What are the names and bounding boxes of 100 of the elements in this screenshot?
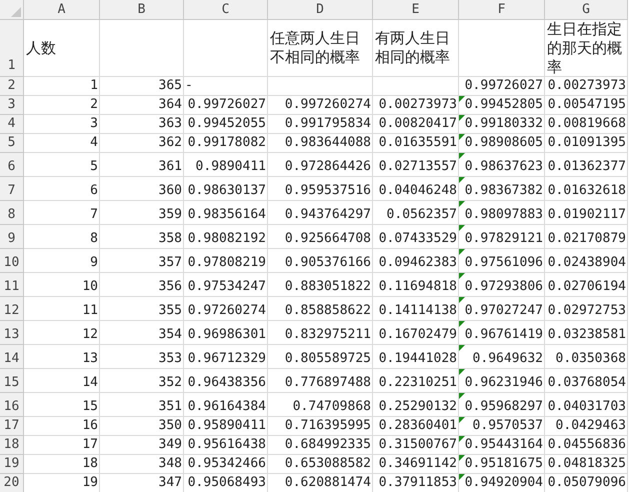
table-cell: 0.832975211 bbox=[268, 321, 373, 345]
error-indicator-icon bbox=[459, 225, 465, 231]
table-cell: 352 bbox=[100, 369, 184, 393]
table-cell: 0.98082192 bbox=[184, 225, 268, 249]
table-cell: 0.00819668 bbox=[545, 115, 628, 134]
error-indicator-icon bbox=[459, 417, 465, 423]
table-cell: 0.14114138 bbox=[373, 297, 459, 321]
table-cell: 0.98097883 bbox=[459, 201, 545, 225]
table-cell: 0.0429463 bbox=[545, 417, 628, 436]
error-indicator-icon bbox=[459, 297, 465, 303]
table-cell: 0.9649632 bbox=[459, 345, 545, 369]
error-indicator-icon bbox=[459, 177, 465, 183]
table-cell: 0.95968297 bbox=[459, 393, 545, 417]
column-header[interactable]: B bbox=[100, 0, 184, 20]
table-cell: 0.653088582 bbox=[268, 455, 373, 474]
table-cell: 355 bbox=[100, 297, 184, 321]
table-cell: 0.99452055 bbox=[184, 115, 268, 134]
table-cell: 0.972864426 bbox=[268, 153, 373, 177]
table-cell: 14 bbox=[24, 369, 100, 393]
table-cell: 359 bbox=[100, 201, 184, 225]
column-header[interactable]: G bbox=[545, 0, 628, 20]
row-header[interactable]: 7 bbox=[0, 177, 24, 201]
table-cell: 0.25290132 bbox=[373, 393, 459, 417]
table-cell: 0.98356164 bbox=[184, 201, 268, 225]
column-header[interactable]: F bbox=[459, 0, 545, 20]
table-cell: 0.97829121 bbox=[459, 225, 545, 249]
table-cell: 12 bbox=[24, 321, 100, 345]
table-cell: 363 bbox=[100, 115, 184, 134]
table-cell: 0.04818325 bbox=[545, 455, 628, 474]
table-cell: 0.95616438 bbox=[184, 436, 268, 455]
row-header[interactable]: 11 bbox=[0, 273, 24, 297]
table-cell: 7 bbox=[24, 201, 100, 225]
row-header[interactable]: 20 bbox=[0, 474, 24, 492]
row-header[interactable]: 2 bbox=[0, 77, 24, 96]
row-header[interactable]: 15 bbox=[0, 369, 24, 393]
table-cell: 348 bbox=[100, 455, 184, 474]
column-header[interactable]: C bbox=[184, 0, 268, 20]
error-indicator-icon bbox=[459, 455, 465, 461]
table-cell: 0.9890411 bbox=[184, 153, 268, 177]
table-cell: 0.31500767 bbox=[373, 436, 459, 455]
table-cell: 358 bbox=[100, 225, 184, 249]
table-cell: 0.74709868 bbox=[268, 393, 373, 417]
row-header[interactable]: 1 bbox=[0, 20, 24, 77]
row-header[interactable]: 17 bbox=[0, 417, 24, 436]
table-cell: 0.02972753 bbox=[545, 297, 628, 321]
row-header[interactable]: 12 bbox=[0, 297, 24, 321]
table-cell: 0.07433529 bbox=[373, 225, 459, 249]
error-indicator-icon bbox=[459, 474, 465, 480]
row-header[interactable]: 18 bbox=[0, 436, 24, 455]
row-header[interactable]: 5 bbox=[0, 134, 24, 153]
row-header[interactable]: 9 bbox=[0, 225, 24, 249]
table-cell: 0.95342466 bbox=[184, 455, 268, 474]
table-cell: 0.01635591 bbox=[373, 134, 459, 153]
table-cell: 0.94920904 bbox=[459, 474, 545, 492]
row-header[interactable]: 10 bbox=[0, 249, 24, 273]
table-cell: 0.99180332 bbox=[459, 115, 545, 134]
error-indicator-icon bbox=[459, 321, 465, 327]
table-cell: 364 bbox=[100, 96, 184, 115]
table-cell: 0.883051822 bbox=[268, 273, 373, 297]
table-cell: 0.04046248 bbox=[373, 177, 459, 201]
error-indicator-icon bbox=[459, 134, 465, 140]
select-all-icon[interactable] bbox=[11, 7, 21, 17]
row-header[interactable]: 6 bbox=[0, 153, 24, 177]
error-indicator-icon bbox=[459, 273, 465, 279]
table-cell: 6 bbox=[24, 177, 100, 201]
error-indicator-icon bbox=[459, 393, 465, 399]
column-header[interactable]: E bbox=[373, 0, 459, 20]
table-cell: 0.95181675 bbox=[459, 455, 545, 474]
table-cell: 0.98637623 bbox=[459, 153, 545, 177]
header-cell: 有两人生日相同的概率 bbox=[373, 20, 459, 77]
table-cell: 1 bbox=[24, 77, 100, 96]
table-cell: 0.925664708 bbox=[268, 225, 373, 249]
table-cell: 10 bbox=[24, 273, 100, 297]
table-cell: 15 bbox=[24, 393, 100, 417]
row-header[interactable]: 4 bbox=[0, 115, 24, 134]
row-header[interactable]: 13 bbox=[0, 321, 24, 345]
table-cell: 0.04031703 bbox=[545, 393, 628, 417]
table-cell: 0.620881474 bbox=[268, 474, 373, 492]
row-header[interactable]: 14 bbox=[0, 345, 24, 369]
table-cell: 0.00547195 bbox=[545, 96, 628, 115]
table-cell: 350 bbox=[100, 417, 184, 436]
table-cell: 0.99178082 bbox=[184, 134, 268, 153]
row-header[interactable]: 8 bbox=[0, 201, 24, 225]
table-cell: 365 bbox=[100, 77, 184, 96]
table-cell: 2 bbox=[24, 96, 100, 115]
table-cell: 19 bbox=[24, 474, 100, 492]
column-header[interactable]: D bbox=[268, 0, 373, 20]
table-cell: 0.01632618 bbox=[545, 177, 628, 201]
column-header[interactable]: A bbox=[24, 0, 100, 20]
table-cell: 9 bbox=[24, 249, 100, 273]
table-cell: 0.03238581 bbox=[545, 321, 628, 345]
table-cell: 0.0350368 bbox=[545, 345, 628, 369]
row-header[interactable]: 16 bbox=[0, 393, 24, 417]
table-cell: 0.776897488 bbox=[268, 369, 373, 393]
table-cell: 0.96986301 bbox=[184, 321, 268, 345]
table-cell: 0.96164384 bbox=[184, 393, 268, 417]
row-header[interactable]: 3 bbox=[0, 96, 24, 115]
table-cell: 0.959537516 bbox=[268, 177, 373, 201]
table-cell: 0.716395995 bbox=[268, 417, 373, 436]
row-header[interactable]: 19 bbox=[0, 455, 24, 474]
